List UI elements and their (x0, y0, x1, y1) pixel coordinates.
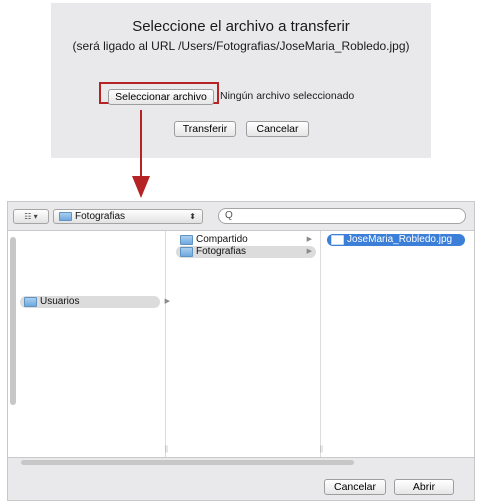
chevron-right-icon: ▶ (306, 248, 312, 255)
no-file-selected-label: Ningún archivo seleccionado (220, 90, 355, 102)
path-popup[interactable]: Fotografias ⬍ (53, 209, 203, 224)
list-item-label: JoseMaria_Robledo.jpg (347, 234, 453, 245)
chooser-toolbar: ☷ ▾ Fotografias ⬍ Q (8, 202, 474, 230)
open-button[interactable]: Abrir (394, 479, 454, 495)
column-browser: Usuarios ▶ || Compartido ▶ Fotografias ▶… (8, 230, 476, 465)
path-folder-label: Fotografias (75, 211, 126, 222)
folder-icon (180, 235, 193, 245)
vertical-scrollbar[interactable] (10, 237, 16, 405)
image-file-icon (331, 235, 344, 245)
folder-icon (180, 247, 193, 257)
list-item-compartido[interactable]: Compartido ▶ (176, 234, 316, 246)
arrow-down-icon (132, 110, 150, 198)
updown-arrows-icon: ⬍ (189, 212, 196, 221)
folder-icon (59, 212, 72, 221)
file-chooser-dialog: ☷ ▾ Fotografias ⬍ Q Usuarios ▶ || Compar… (7, 201, 475, 501)
list-item-label: Fotografias (196, 246, 247, 257)
browser-column-2: Compartido ▶ Fotografias ▶ || (166, 231, 323, 457)
upload-dialog: Seleccione el archivo a transferir (será… (51, 3, 431, 158)
browser-column-1: Usuarios ▶ || (8, 231, 170, 457)
chevron-right-icon: ▶ (306, 236, 312, 243)
upload-title: Seleccione el archivo a transferir (132, 18, 350, 35)
list-item-josemaria-robledo-jpg[interactable]: JoseMaria_Robledo.jpg (327, 234, 465, 246)
list-item-label: Usuarios (40, 296, 80, 307)
view-mode-button[interactable]: ☷ ▾ (13, 209, 49, 224)
choose-file-button[interactable]: Seleccionar archivo (108, 89, 214, 105)
folder-icon (24, 297, 37, 307)
cancel-chooser-button[interactable]: Cancelar (324, 479, 386, 495)
search-icon: Q (225, 210, 233, 221)
list-item-usuarios[interactable]: Usuarios ▶ (20, 296, 170, 308)
cancel-upload-button[interactable]: Cancelar (246, 121, 309, 137)
list-item-label: Compartido (196, 234, 248, 245)
browser-column-3: JoseMaria_Robledo.jpg (321, 231, 476, 457)
search-input[interactable]: Q (218, 208, 466, 224)
list-item-fotografias[interactable]: Fotografias ▶ (176, 246, 316, 258)
transfer-button[interactable]: Transferir (174, 121, 236, 137)
upload-subtitle: (será ligado al URL /Users/Fotografias/J… (72, 39, 410, 53)
horizontal-scrollbar[interactable] (21, 460, 354, 465)
